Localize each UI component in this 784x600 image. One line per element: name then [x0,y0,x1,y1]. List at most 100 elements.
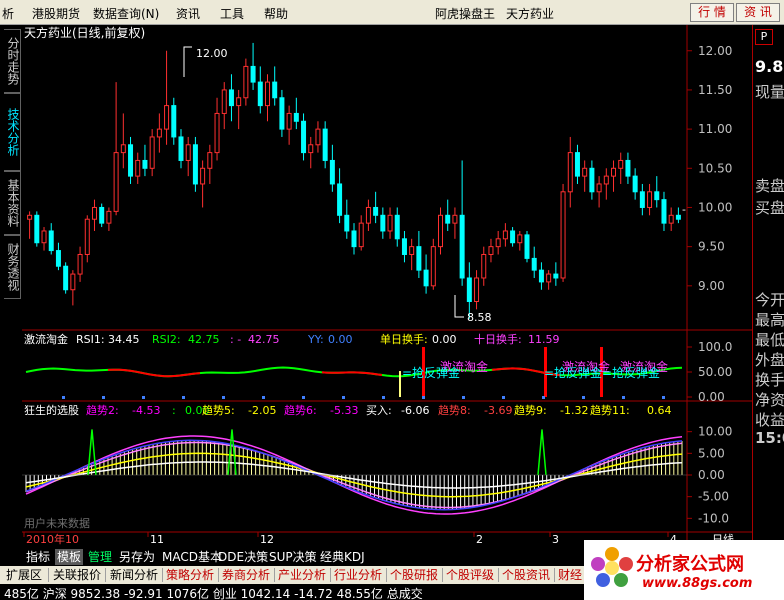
panel-time: 15:0 [755,429,784,447]
rsi-dot-13 [582,396,585,399]
rsi-dot-8 [382,396,385,399]
tab-technical[interactable]: 技术分析 [4,93,21,171]
candle-body-31 [250,65,256,83]
candle-body-38 [301,120,307,154]
trend-item-label-5: 趋势8: [438,404,471,417]
candle-body-55 [423,269,429,287]
nav-finance[interactable]: 财经 [558,567,582,583]
candle-body-75 [567,152,573,193]
candle-body-59 [452,214,458,224]
candle-body-35 [279,97,285,130]
nav-stock-research[interactable]: 个股研报 [390,567,438,583]
candle-body-77 [582,167,588,177]
tab-intraday[interactable]: 分时走势 [4,29,21,93]
trend-tick-label-3: -5.00 [698,490,729,504]
trend-item-value-2: -2.05 [248,404,276,417]
candle-body-62 [474,277,480,302]
rsi-dot-6 [302,396,305,399]
nav-stock-rating[interactable]: 个股评级 [446,567,494,583]
info-button[interactable]: 资 讯 [736,3,780,22]
candle-body-19 [164,105,170,130]
current-mark: - [682,203,686,216]
candle-body-64 [488,246,494,255]
menu-info[interactable]: 资讯 [176,5,200,22]
tab-fundamentals[interactable]: 基本资料 [4,171,21,235]
candle-body-88 [661,199,667,224]
candle-body-10 [99,206,105,224]
chart-title: 天方药业(日线,前复权) [24,25,145,40]
panel-volume-label: 现量 [755,83,784,101]
tab-manage[interactable]: 管理 [86,549,114,565]
candle-body-74 [560,191,566,279]
tab-save-as[interactable]: 另存为 [117,549,157,565]
trend-item-label-6: 趋势9: [514,404,547,417]
nav-stock-news[interactable]: 个股资讯 [502,567,550,583]
rsi-dot-3 [182,396,185,399]
menu-hk-futures[interactable]: 港股期货 [32,5,80,22]
low-label: 8.58 [467,311,492,324]
rsi-dot-1 [102,396,105,399]
candle-body-63 [481,253,487,279]
candle-body-73 [553,273,559,279]
menu-help[interactable]: 帮助 [264,5,288,22]
candle-body-51 [394,214,400,240]
tab-financials[interactable]: 财务透视 [4,235,21,299]
rsi-dot-7 [342,396,345,399]
candle-body-69 [524,234,530,259]
panel-turnover: 换手 [755,371,784,389]
quote-button[interactable]: 行 情 [690,3,734,22]
x-tick-label-2: 12 [260,533,274,546]
candle-body-1 [34,214,40,244]
candle-body-33 [264,81,270,107]
panel-open: 今开 [755,291,784,309]
nav-broker[interactable]: 券商分析 [222,567,270,583]
rsi-signal-2: =抢反弹金 [402,365,460,380]
logo-url[interactable]: www.88gs.com [642,576,752,591]
nav-news[interactable]: 新闻分析 [110,567,158,583]
panel-outer: 外盘 [755,351,784,369]
daily-turnover-value: 0.00 [432,333,457,346]
kline-chart[interactable]: 天方药业(日线,前复权) 12.00 11.50 11.00 10.50 10.00 9.… [22,25,752,547]
tab-macd[interactable]: MACD基本 [160,549,224,565]
candle-body-76 [574,152,580,177]
panel-p-icon[interactable]: P [755,29,773,45]
rsi1-value: 34.45 [108,333,140,346]
trend-item-label-0: 趋势2: [86,404,119,417]
nav-strategy[interactable]: 策略分析 [166,567,214,583]
tab-kdj[interactable]: 经典KDJ [318,549,367,565]
tab-dde[interactable]: DDE决策 [216,549,270,565]
trend-item-label-2: 趋势5: [202,404,235,417]
candle-body-53 [409,246,415,255]
rsi-signal-4: =抢反弹金 [544,365,602,380]
rsi-dot-14 [622,396,625,399]
menu-data-query[interactable]: 数据查询(N) [93,5,159,22]
chart-area[interactable]: 天方药业(日线,前复权) 12.00 11.50 11.00 10.50 10.00 9.… [22,25,752,550]
nav-sector[interactable]: 行业分析 [334,567,382,583]
tab-indicator[interactable]: 指标 [24,549,52,565]
rsi-dot-0 [62,396,65,399]
panel-price: 9.8 [755,57,784,76]
panel-low: 最低 [755,331,784,349]
tab-template[interactable]: 模板 [55,549,84,565]
nav-extension[interactable]: 扩展区 [6,567,42,583]
candle-body-70 [531,257,537,271]
candle-body-90 [675,214,681,220]
candle-body-46 [358,222,364,248]
price-tick-label-3: 10.50 [698,161,732,175]
candle-body-13 [120,144,126,154]
candle-body-85 [639,191,645,208]
price-tick-label-1: 11.50 [698,83,732,97]
menu-tools[interactable]: 工具 [220,5,244,22]
candle-body-84 [632,175,638,193]
menu-analysis[interactable]: 析 [2,5,14,22]
rsi-tick-label-0: 100.0 [698,340,732,354]
trend-item-value-0: -4.53 [132,404,160,417]
candle-body-89 [668,214,674,224]
nav-related-quote[interactable]: 关联报价 [53,567,101,583]
candle-body-11 [106,210,112,224]
candle-body-37 [293,112,299,122]
price-tick-label-0: 12.00 [698,44,732,58]
candle-body-0 [27,214,33,220]
nav-industry-chain[interactable]: 产业分析 [278,567,326,583]
tab-sup[interactable]: SUP决策 [267,549,319,565]
